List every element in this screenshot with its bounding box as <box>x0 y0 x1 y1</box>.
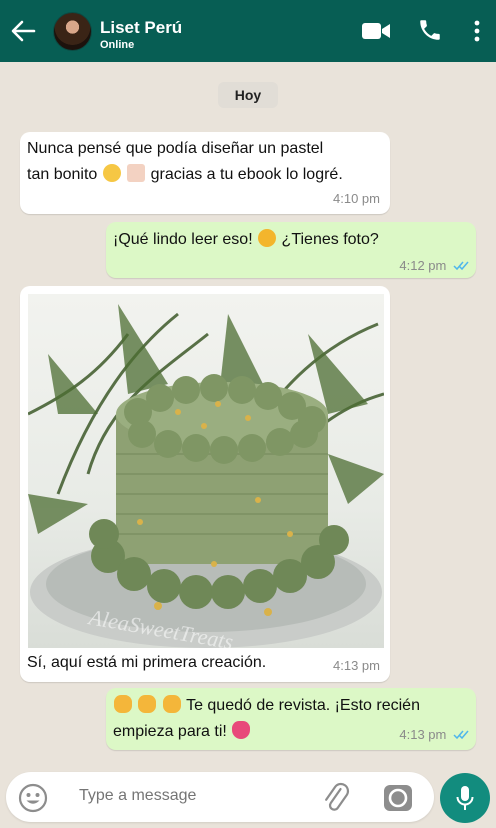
incoming-message[interactable]: Nunca pensé que podía diseñar un pastel … <box>20 132 390 214</box>
microphone-icon <box>456 786 474 810</box>
more-options-icon[interactable] <box>470 19 484 43</box>
message-text: ¿Tienes foto? <box>281 231 379 248</box>
mic-button[interactable] <box>440 773 490 823</box>
message-time: 4:10 pm <box>333 191 380 206</box>
growing-heart-emoji <box>232 721 251 739</box>
attach-icon[interactable] <box>320 782 352 814</box>
back-arrow-icon[interactable] <box>8 16 38 46</box>
face-holding-back-tears-emoji <box>102 164 121 182</box>
message-time: 4:13 pm <box>333 658 380 673</box>
message-text: Nunca pensé que podía diseñar un pastel <box>27 140 324 157</box>
green-cake-image: AleaSweetTreats <box>28 304 384 648</box>
heart-eyes-emoji <box>258 229 277 247</box>
message-time: 4:12 pm <box>399 258 447 273</box>
cake-photo[interactable]: AleaSweetTreats <box>28 294 384 648</box>
message-text: ¡Qué lindo leer eso! <box>113 231 253 248</box>
message-text: gracias a tu ebook lo logré. <box>150 166 343 183</box>
chat-header: Liset Perú Online <box>0 0 496 62</box>
clapping-hands-emoji <box>162 695 181 713</box>
outgoing-message[interactable]: Te quedó de revista. ¡Esto recién empiez… <box>106 688 476 750</box>
day-separator: Hoy <box>218 82 278 108</box>
emoji-icon[interactable] <box>18 783 48 813</box>
clapping-hands-emoji <box>114 695 132 713</box>
read-receipt-icon <box>453 261 469 271</box>
incoming-image-message[interactable]: AleaSweetTreats Sí, aquí está mi primera… <box>20 286 390 682</box>
contact-status: Online <box>100 39 135 51</box>
message-input[interactable] <box>79 787 299 805</box>
message-text: Te quedó de revista. ¡Esto recién <box>186 697 420 714</box>
outgoing-message[interactable]: ¡Qué lindo leer eso! ¿Tienes foto? 4:12 … <box>106 222 476 278</box>
camera-icon[interactable] <box>382 782 414 814</box>
image-caption: Sí, aquí está mi primera creación. <box>27 654 267 671</box>
birthday-cake-emoji <box>127 164 146 182</box>
video-call-icon[interactable] <box>361 21 391 41</box>
message-composer <box>6 772 434 822</box>
contact-avatar[interactable] <box>53 12 92 51</box>
clapping-hands-emoji <box>138 695 157 713</box>
message-time: 4:13 pm <box>399 727 447 742</box>
read-receipt-icon <box>453 730 469 740</box>
message-text: empieza para ti! <box>113 723 227 740</box>
message-list: Hoy Nunca pensé que podía diseñar un pas… <box>0 62 496 766</box>
contact-name[interactable]: Liset Perú <box>100 18 182 38</box>
voice-call-icon[interactable] <box>417 17 443 43</box>
message-text: tan bonito <box>27 166 98 183</box>
